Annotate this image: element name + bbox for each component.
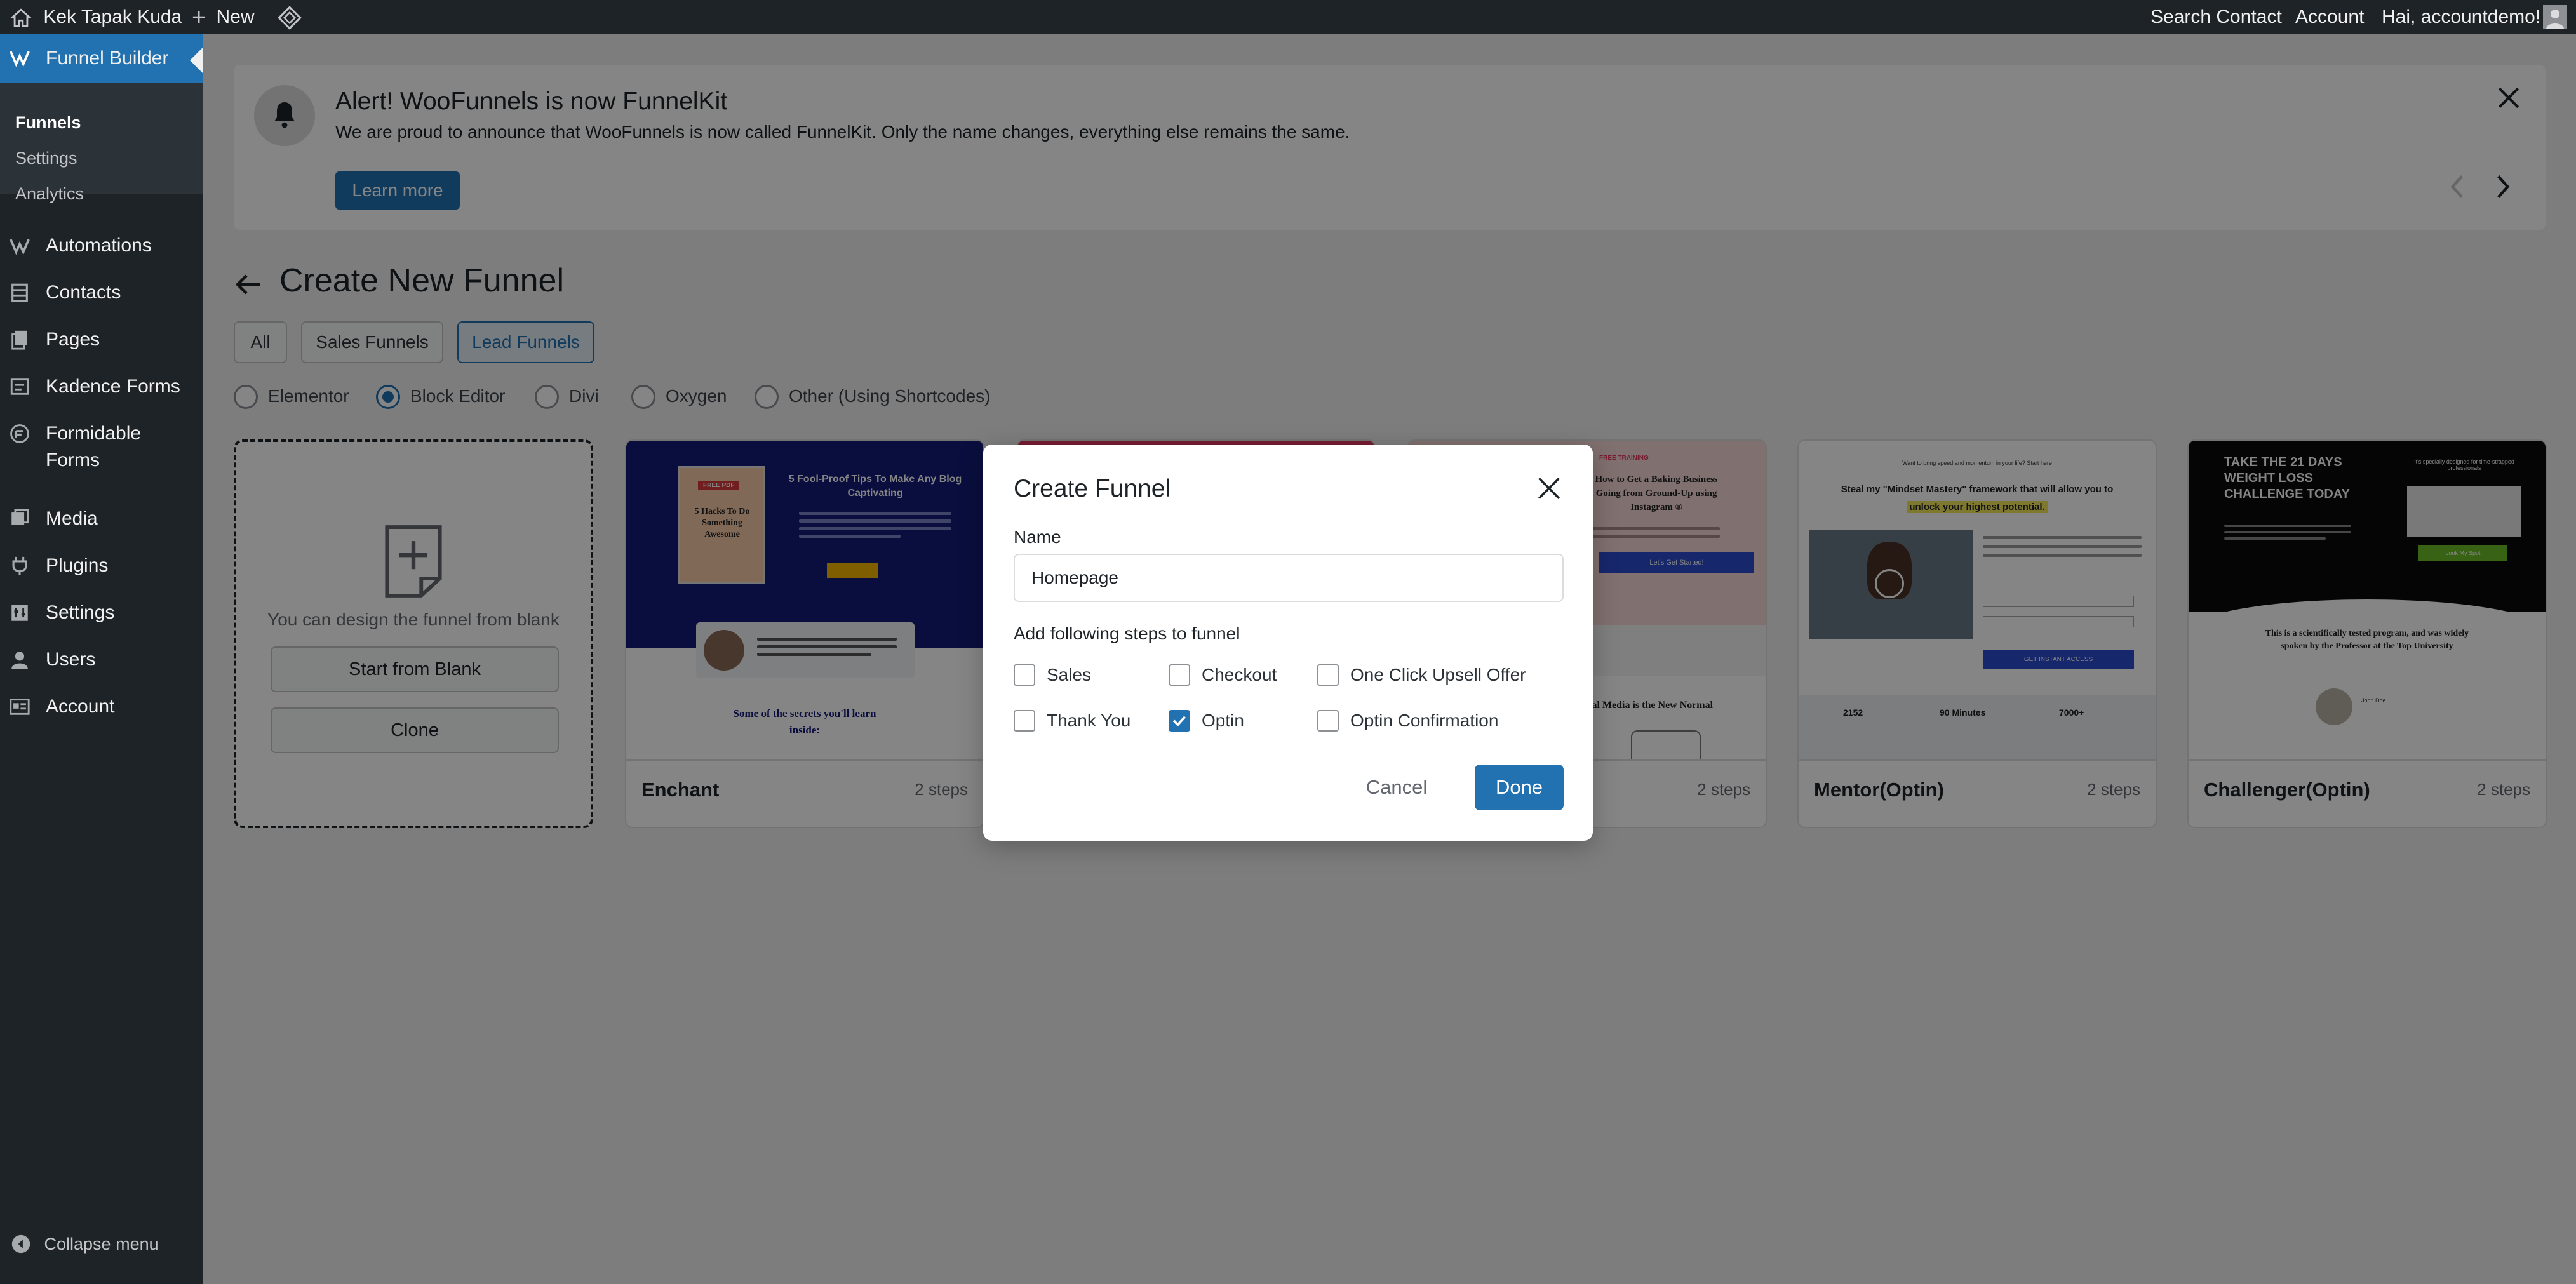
sidebar-item-contacts[interactable]: Contacts xyxy=(0,271,203,315)
media-icon xyxy=(11,509,29,525)
checkbox-label: Checkout xyxy=(1202,665,1277,685)
submenu-analytics[interactable]: Analytics xyxy=(15,184,84,204)
step-checkbox-optin[interactable]: Optin xyxy=(1169,707,1296,733)
sidebar-item-label: Media xyxy=(46,508,98,529)
contacts-icon xyxy=(11,283,28,302)
sidebar-item-label: Kadence Forms xyxy=(46,376,180,397)
home-icon xyxy=(10,8,32,27)
sidebar-item-label: Plugins xyxy=(46,555,109,576)
pages-icon xyxy=(11,330,27,350)
sidebar-item-account[interactable]: Account xyxy=(0,685,203,729)
checkbox-checked[interactable] xyxy=(1169,710,1190,732)
collapse-arrow-icon xyxy=(11,1234,30,1254)
checkmark-icon xyxy=(1172,716,1186,726)
step-checkbox-thank-you[interactable]: Thank You xyxy=(1014,707,1153,733)
sidebar-item-users[interactable]: Users xyxy=(0,638,203,682)
checkbox-label: Thank You xyxy=(1047,711,1131,730)
sidebar-item-label: Automations xyxy=(46,235,152,256)
users-icon xyxy=(11,652,28,669)
sidebar-item-label: Account xyxy=(46,696,115,717)
account-link[interactable]: Account xyxy=(2295,0,2364,34)
collapse-menu-button[interactable]: Collapse menu xyxy=(10,1233,159,1261)
checkbox[interactable] xyxy=(1014,664,1035,686)
sidebar-item-media[interactable]: Media xyxy=(0,497,203,541)
collapse-menu-label: Collapse menu xyxy=(44,1234,159,1254)
plus-icon: + xyxy=(192,4,206,32)
funnelkit-logo-icon xyxy=(10,51,30,67)
sidebar-item-automations[interactable]: Automations xyxy=(0,224,203,268)
diamond-icon xyxy=(278,6,302,30)
steps-label: Add following steps to funnel xyxy=(1014,624,1240,643)
admin-bar: Kek Tapak Kuda + New Search Contact Acco… xyxy=(0,0,2576,34)
checkbox-label: Optin Confirmation xyxy=(1350,711,1499,730)
sidebar-item-label: Forms xyxy=(46,450,100,471)
formidable-icon xyxy=(10,424,29,443)
step-checkbox-sales[interactable]: Sales xyxy=(1014,662,1141,687)
funnel-name-input[interactable] xyxy=(1014,554,1564,602)
step-checkbox-optin-confirmation[interactable]: Optin Confirmation xyxy=(1317,707,1527,733)
sidebar-item-pages[interactable]: Pages xyxy=(0,318,203,362)
checkbox-label: One Click Upsell Offer xyxy=(1350,665,1526,685)
step-checkbox-checkout[interactable]: Checkout xyxy=(1169,662,1296,687)
checkbox[interactable] xyxy=(1317,710,1339,732)
active-menu-arrow xyxy=(190,46,204,74)
sidebar-item-label: Formidable xyxy=(46,423,142,444)
sidebar-item-label: Contacts xyxy=(46,282,121,303)
site-name: Kek Tapak Kuda xyxy=(43,6,182,27)
step-checkbox-one-click-upsell[interactable]: One Click Upsell Offer xyxy=(1317,662,1565,687)
name-field-label: Name xyxy=(1014,527,1061,547)
checkbox[interactable] xyxy=(1014,710,1035,732)
checkbox-label: Optin xyxy=(1202,711,1244,730)
automations-icon xyxy=(10,239,30,255)
user-avatar[interactable] xyxy=(2543,5,2567,29)
done-button[interactable]: Done xyxy=(1475,765,1564,810)
new-content-link[interactable]: + New xyxy=(192,0,255,34)
sidebar-item-kadence-forms[interactable]: Kadence Forms xyxy=(0,364,203,409)
sidebar-item-formidable-forms[interactable]: Formidable Forms xyxy=(0,411,203,488)
search-contact-link[interactable]: Search Contact xyxy=(2150,0,2282,34)
user-avatar-icon xyxy=(2546,10,2564,29)
sidebar-item-settings[interactable]: Settings xyxy=(0,591,203,635)
user-greeting[interactable]: Hai, accountdemo! xyxy=(2382,0,2540,34)
modal-close-icon[interactable] xyxy=(1536,475,1562,502)
submenu-funnels[interactable]: Funnels xyxy=(15,113,81,133)
cancel-button[interactable]: Cancel xyxy=(1355,765,1438,810)
submenu-settings[interactable]: Settings xyxy=(15,149,77,168)
create-funnel-modal: Create Funnel Name Add following steps t… xyxy=(983,445,1593,841)
sidebar-item-label: Users xyxy=(46,649,96,670)
kadence-forms-icon xyxy=(10,378,29,395)
modal-title: Create Funnel xyxy=(1014,475,1171,502)
checkbox-label: Sales xyxy=(1047,665,1092,685)
admin-sidebar: Funnel Builder Funnels Settings Analytic… xyxy=(0,34,204,1284)
plugin-diamond-link[interactable] xyxy=(277,0,302,34)
new-label: New xyxy=(216,6,255,27)
settings-icon xyxy=(11,605,28,621)
sidebar-item-label: Funnel Builder xyxy=(46,48,169,69)
sidebar-item-plugins[interactable]: Plugins xyxy=(0,544,203,588)
sidebar-submenu xyxy=(0,83,203,194)
sidebar-item-funnel-builder[interactable]: Funnel Builder xyxy=(0,34,204,83)
checkbox[interactable] xyxy=(1169,664,1190,686)
sidebar-item-label: Settings xyxy=(46,602,115,623)
account-icon xyxy=(10,699,30,715)
plugins-icon xyxy=(12,556,27,575)
site-home-link[interactable]: Kek Tapak Kuda xyxy=(10,0,182,34)
sidebar-item-label: Pages xyxy=(46,329,100,350)
checkbox[interactable] xyxy=(1317,664,1339,686)
